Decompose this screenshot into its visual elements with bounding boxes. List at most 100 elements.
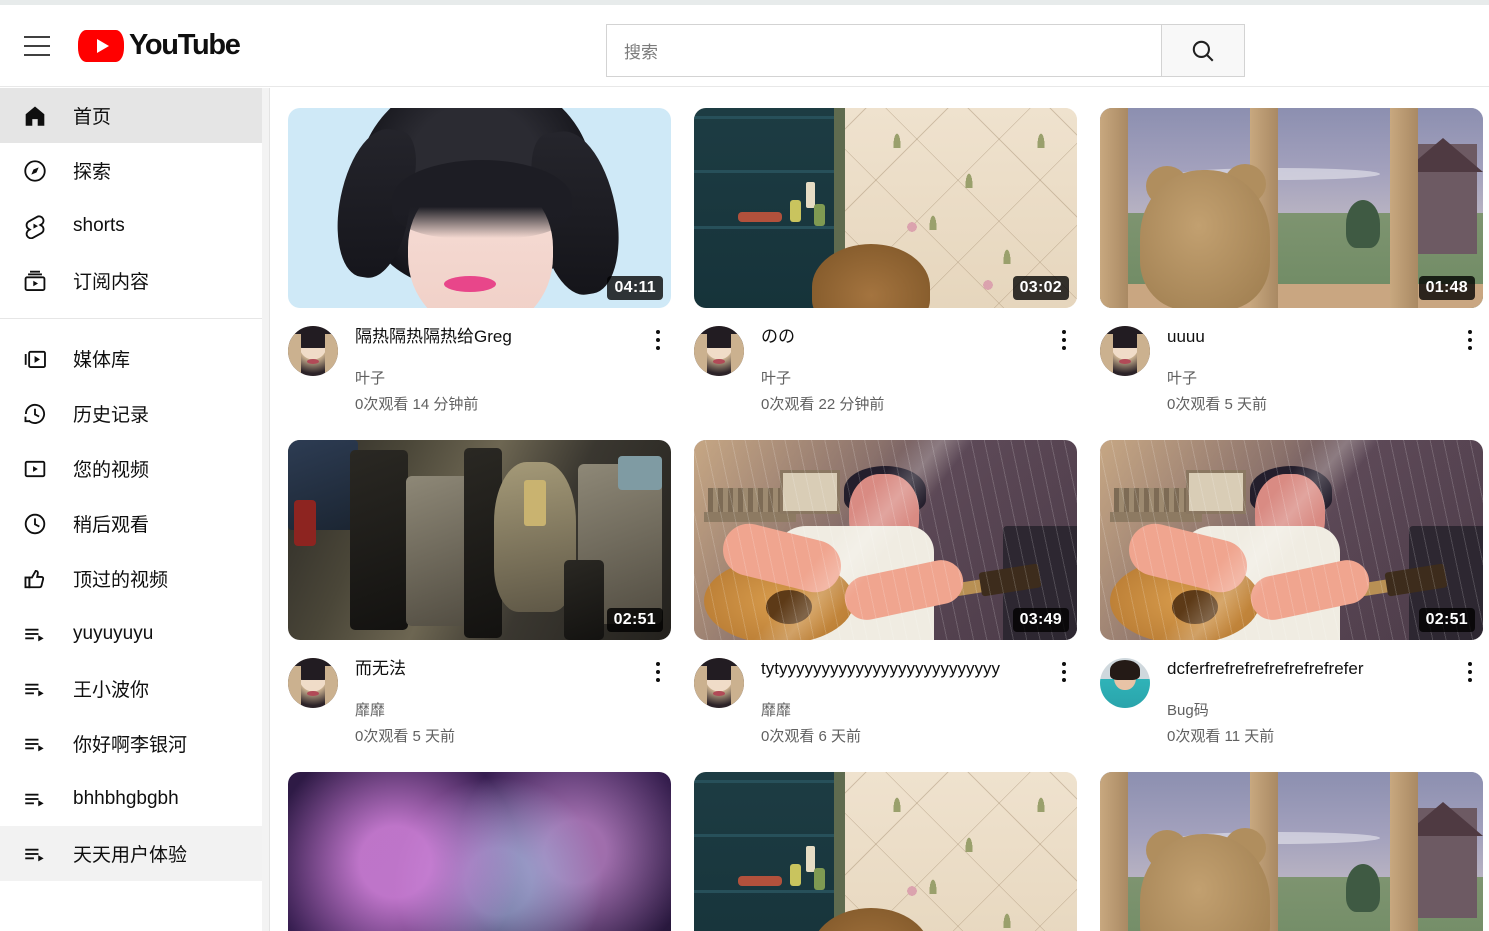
your-videos-icon <box>22 456 48 482</box>
sidebar-item-1[interactable]: 媒体库 <box>0 331 262 386</box>
playlist-icon <box>22 621 48 647</box>
video-grid-container[interactable]: 04:11 隔热隔热隔热给Greg 叶子 0次观看 14 分钟前 03:02 のの 叶子 0次… <box>271 88 1489 931</box>
sidebar-secondary-section: 媒体库历史记录您的视频稍后观看顶过的视频 yuyuyuyu 王小波你你好啊李银河 bh… <box>0 331 262 881</box>
home-icon <box>25 105 45 126</box>
video-channel-name[interactable]: 叶子 <box>1167 366 1457 392</box>
search-input[interactable]: 搜索 <box>606 24 1161 77</box>
playlist-icon <box>22 841 48 867</box>
video-title[interactable]: tytyyyyyyyyyyyyyyyyyyyyyyyyyy <box>761 658 1051 680</box>
video-meta: 而无法靡靡 0次观看 5 天前 <box>288 640 671 750</box>
sidebar-item-3[interactable]: 您的视频 <box>0 441 262 496</box>
video-meta-text: uuuu 叶子 0次观看 5 天前 <box>1167 326 1457 418</box>
video-thumbnail[interactable]: 03:49 <box>694 440 1077 640</box>
playlist-icon <box>25 848 44 861</box>
video-more-options-icon[interactable] <box>645 326 671 418</box>
channel-avatar[interactable] <box>288 326 338 376</box>
video-title[interactable]: uuuu <box>1167 326 1457 348</box>
video-channel-name[interactable]: 叶子 <box>355 366 645 392</box>
channel-avatar[interactable] <box>1100 326 1150 376</box>
video-title[interactable]: 隔热隔热隔热给Greg <box>355 326 645 348</box>
video-thumbnail[interactable]: 02:51 <box>1100 440 1483 640</box>
sidebar-item-label: yuyuyuyu <box>73 622 154 644</box>
video-thumbnail[interactable]: 03:02 <box>694 108 1077 308</box>
video-thumbnail[interactable] <box>694 772 1077 931</box>
sidebar-item-2[interactable]: 探索 <box>0 143 262 198</box>
history-icon <box>24 403 45 424</box>
video-card[interactable]: 04:11 隔热隔热隔热给Greg 叶子 0次观看 14 分钟前 <box>288 108 671 418</box>
thumbs-up-icon <box>24 569 45 588</box>
your-videos-icon <box>24 460 46 477</box>
sidebar-item-4[interactable]: 订阅内容 <box>0 253 262 308</box>
video-more-options-icon[interactable] <box>1051 658 1077 750</box>
library-icon <box>24 350 46 368</box>
video-meta: tytyyyyyyyyyyyyyyyyyyyyyyyyyy 靡靡 0次观看 6 天前 <box>694 640 1077 750</box>
sidebar-item-4[interactable]: 稍后观看 <box>0 496 262 551</box>
video-channel-name[interactable]: 叶子 <box>761 366 1051 392</box>
thumbnail-art-room <box>694 772 1077 931</box>
avatar-art <box>694 658 744 708</box>
video-card[interactable]: 03:02 のの 叶子 0次观看 22 分钟前 <box>694 108 1077 418</box>
video-title[interactable]: 而无法 <box>355 658 645 680</box>
sidebar-item-label: 探索 <box>73 162 112 183</box>
sidebar-item-5[interactable]: 顶过的视频 <box>0 551 262 606</box>
sidebar-item-label: 稍后观看 <box>73 515 150 536</box>
sidebar-item-8[interactable]: 你好啊李银河 <box>0 716 262 771</box>
video-channel-name[interactable]: Bug码 <box>1167 698 1457 724</box>
channel-avatar[interactable] <box>288 658 338 708</box>
video-duration-badge: 04:11 <box>607 276 663 300</box>
sidebar-item-label: 顶过的视频 <box>73 570 169 591</box>
video-thumbnail[interactable] <box>1100 772 1483 931</box>
hamburger-icon[interactable] <box>24 35 50 56</box>
sidebar-item-label: 王小波你 <box>73 680 150 701</box>
video-card[interactable]: 02:51 而无法靡靡 0次观看 5 天前 <box>288 440 671 750</box>
video-title[interactable]: のの <box>761 326 1051 348</box>
playlist-icon <box>25 793 44 806</box>
video-card-partial[interactable] <box>288 772 671 931</box>
search-button[interactable] <box>1161 24 1245 77</box>
video-thumbnail[interactable]: 02:51 <box>288 440 671 640</box>
sidebar-item-label: 你好啊李银河 <box>73 735 188 756</box>
video-card[interactable]: 03:49 tytyyyyyyyyyyyyyyyyyyyyyyyyyy 靡靡 0次观看… <box>694 440 1077 750</box>
channel-avatar[interactable] <box>694 326 744 376</box>
video-stats: 0次观看 5 天前 <box>355 728 456 745</box>
sidebar-item-7[interactable]: 王小波你 <box>0 661 262 716</box>
sidebar-item-10[interactable]: 天天用户体验 <box>0 826 262 881</box>
search-placeholder: 搜索 <box>624 43 658 62</box>
shorts-icon <box>25 214 45 239</box>
youtube-logo-text: YouTube <box>129 29 241 61</box>
video-card-partial[interactable] <box>694 772 1077 931</box>
video-meta-text: dcferfrefrefrefrefrefrefrefer Bug码 0次观看 11… <box>1167 658 1457 750</box>
sidebar-item-9[interactable]: bhhbhgbgbh <box>0 771 262 826</box>
channel-avatar[interactable] <box>694 658 744 708</box>
video-more-options-icon[interactable] <box>1457 658 1483 750</box>
video-more-options-icon[interactable] <box>1457 326 1483 418</box>
video-meta: のの 叶子 0次观看 22 分钟前 <box>694 308 1077 418</box>
youtube-logo[interactable]: YouTube <box>78 29 241 62</box>
sidebar-item-3[interactable]: shorts <box>0 198 262 253</box>
video-card[interactable]: 02:51 dcferfrefrefrefrefrefrefrefer Bug码 0次… <box>1100 440 1483 750</box>
sidebar-item-1[interactable]: 首页 <box>0 88 262 143</box>
video-more-options-icon[interactable] <box>645 658 671 750</box>
video-more-options-icon[interactable] <box>1051 326 1077 418</box>
video-thumbnail[interactable]: 01:48 <box>1100 108 1483 308</box>
sidebar-item-6[interactable]: yuyuyuyu <box>0 606 262 661</box>
sidebar-item-label: bhhbhgbgbh <box>73 787 179 809</box>
sidebar-scroll-rail[interactable] <box>262 88 270 931</box>
video-channel-name[interactable]: 靡靡 <box>761 698 1051 724</box>
video-title[interactable]: dcferfrefrefrefrefrefrefrefer <box>1167 658 1457 680</box>
video-duration-badge: 03:49 <box>1012 608 1069 632</box>
thumbs-up-icon <box>22 566 48 592</box>
playlist-icon <box>22 676 48 702</box>
video-thumbnail[interactable] <box>288 772 671 931</box>
sidebar-item-label: shorts <box>73 214 125 236</box>
video-duration-badge: 02:51 <box>606 608 663 632</box>
sidebar[interactable]: 首页探索 shorts 订阅内容 媒体库历史记录您的视频稍后观看顶过的视频 yuyuy… <box>0 88 262 931</box>
video-channel-name[interactable]: 靡靡 <box>355 698 645 724</box>
channel-avatar[interactable] <box>1100 658 1150 708</box>
video-card[interactable]: 01:48 uuuu 叶子 0次观看 5 天前 <box>1100 108 1483 418</box>
sidebar-item-label: 历史记录 <box>73 405 150 426</box>
video-thumbnail[interactable]: 04:11 <box>288 108 671 308</box>
video-stats: 0次观看 5 天前 <box>1167 396 1268 413</box>
sidebar-item-2[interactable]: 历史记录 <box>0 386 262 441</box>
video-card-partial[interactable] <box>1100 772 1483 931</box>
